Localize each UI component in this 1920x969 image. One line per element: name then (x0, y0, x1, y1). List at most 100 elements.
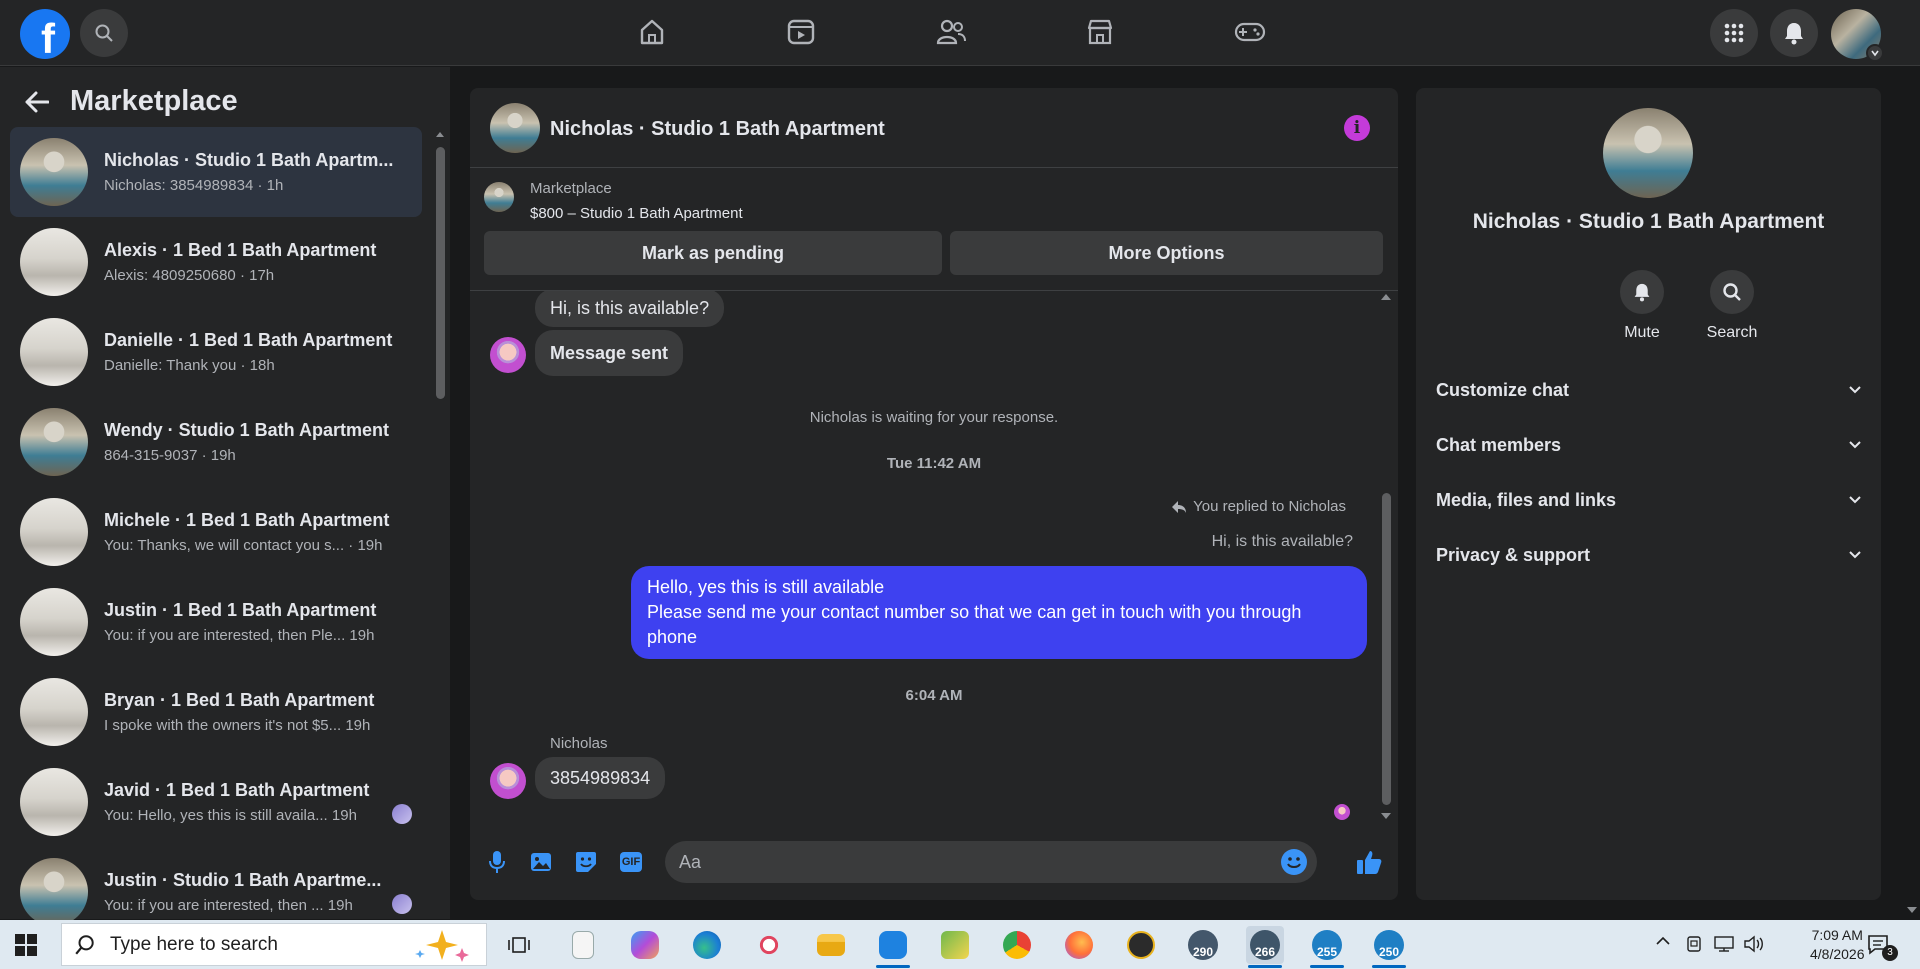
menu-grid-icon[interactable] (1710, 9, 1758, 57)
listing-thumbnail (20, 858, 88, 926)
volume-icon[interactable] (1743, 935, 1765, 953)
windows-start-icon[interactable] (14, 933, 38, 957)
listing-thumbnail (20, 498, 88, 566)
conversation-item[interactable]: Bryan · 1 Bed 1 Bath Apartment I spoke wi… (10, 667, 422, 757)
conversation-preview: You: Thanks, we will contact you s... · … (104, 537, 383, 554)
conversation-item[interactable]: Justin · 1 Bed 1 Bath Apartment You: if y… (10, 577, 422, 667)
conversation-details-panel: Nicholas · Studio 1 Bath Apartment Mute … (1416, 88, 1881, 900)
chevron-up-icon[interactable] (1655, 935, 1671, 947)
search-icon[interactable] (80, 9, 128, 57)
file-explorer-icon[interactable] (812, 926, 850, 964)
gaming-icon[interactable] (1230, 12, 1270, 52)
chevron-down-icon (1849, 441, 1861, 449)
thread-scrollbar[interactable] (1378, 291, 1394, 825)
taskbar-search-box[interactable]: Type here to search (61, 923, 487, 966)
facebook-logo-icon[interactable]: f (20, 9, 70, 62)
listing-summary[interactable]: Marketplace $800 – Studio 1 Bath Apartme… (484, 180, 743, 222)
edge-browser-icon[interactable] (688, 926, 726, 964)
conversation-preview: Danielle: Thank you · 18h (104, 357, 275, 374)
browser-profile-250-icon[interactable]: 250 (1370, 926, 1408, 968)
home-icon[interactable] (632, 12, 672, 52)
conversation-panel: Nicholas · Studio 1 Bath Apartment i Mar… (470, 88, 1398, 900)
listing-thumbnail (20, 318, 88, 386)
video-icon[interactable] (781, 12, 821, 52)
profile-badge: 266 (1250, 930, 1280, 960)
conversation-item[interactable]: Nicholas · Studio 1 Bath Apartm... Nichol… (10, 127, 422, 217)
friends-icon[interactable] (931, 12, 971, 52)
media-files-links-section[interactable]: Media, files and links (1436, 485, 1861, 515)
image-editor-app-icon[interactable] (936, 926, 974, 964)
listing-thumbnail (20, 228, 88, 296)
marketplace-icon[interactable] (1080, 12, 1120, 52)
sidebar-scrollbar[interactable] (434, 129, 446, 914)
reply-indicator-text: You replied to Nicholas (1193, 498, 1346, 515)
active-app-indicator (1310, 965, 1344, 968)
search-in-conversation-button[interactable]: Search (1692, 270, 1772, 342)
conversation-preview: You: Hello, yes this is still availa... … (104, 807, 357, 824)
message-input-container[interactable] (665, 841, 1317, 883)
conversation-item[interactable]: Javid · 1 Bed 1 Bath Apartment You: Hello… (10, 757, 422, 847)
windows-taskbar: Type here to search 290 266 255 250 7:09… (0, 920, 1920, 969)
conversation-name[interactable]: Nicholas · Studio 1 Bath Apartment (550, 118, 885, 141)
ixl-app-icon[interactable] (1122, 926, 1160, 964)
device-tray-icon[interactable] (1685, 935, 1703, 953)
section-label: Media, files and links (1436, 489, 1617, 510)
network-icon[interactable] (1713, 935, 1735, 953)
firefox-browser-icon[interactable] (1060, 926, 1098, 964)
message-composer: GIF (470, 833, 1398, 893)
mute-label: Mute (1624, 324, 1660, 341)
chrome-browser-icon[interactable] (998, 926, 1036, 964)
contact-avatar (490, 763, 526, 799)
section-label: Chat members (1436, 434, 1562, 455)
conversation-avatar[interactable] (490, 103, 540, 153)
conversation-item[interactable]: Danielle · 1 Bed 1 Bath Apartment Daniell… (10, 307, 422, 397)
conversation-item[interactable]: Michele · 1 Bed 1 Bath Apartment You: Tha… (10, 487, 422, 577)
copilot-app-icon[interactable] (626, 926, 664, 964)
timestamp: 6:04 AM (905, 687, 963, 704)
profile-avatar[interactable] (1831, 9, 1884, 62)
page-scrollbar[interactable] (1904, 66, 1920, 920)
conversation-item[interactable]: Alexis · 1 Bed 1 Bath Apartment Alexis: 4… (10, 217, 422, 307)
info-icon[interactable]: i (1344, 115, 1370, 141)
notification-center-icon[interactable]: 3 (1866, 932, 1898, 961)
gif-icon[interactable]: GIF (620, 852, 642, 872)
mark-as-pending-button[interactable]: Mark as pending (484, 231, 942, 275)
listing-thumbnail (20, 768, 88, 836)
notepad-app-icon[interactable] (564, 926, 602, 964)
browser-profile-290-icon[interactable]: 290 (1184, 926, 1222, 964)
quoted-message: Hi, is this available? (1211, 533, 1353, 550)
thumbs-up-icon[interactable] (1354, 847, 1384, 877)
conversation-title: Javid · 1 Bed 1 Bath Apartment (104, 780, 370, 800)
search-icon (1710, 270, 1754, 314)
taskbar-clock[interactable]: 7:09 AM 4/8/2026 (1810, 926, 1865, 964)
snipping-tool-icon[interactable] (750, 926, 788, 964)
conversation-title: Nicholas · Studio 1 Bath Apartm... (104, 150, 394, 170)
section-label: Customize chat (1436, 379, 1570, 400)
marketplace-label: Marketplace (530, 180, 612, 197)
photo-icon[interactable] (528, 849, 554, 875)
browser-profile-266-icon[interactable]: 266 (1246, 926, 1284, 968)
message-line: Please send me your contact number so th… (647, 602, 1302, 647)
scrollbar-thumb[interactable] (1382, 493, 1391, 805)
more-options-button[interactable]: More Options (950, 231, 1383, 275)
mute-button[interactable]: Mute (1602, 270, 1682, 342)
contact-avatar (490, 337, 526, 373)
browser-profile-255-icon[interactable]: 255 (1308, 926, 1346, 968)
task-view-icon[interactable] (500, 926, 538, 964)
customize-chat-section[interactable]: Customize chat (1436, 375, 1861, 405)
message-input[interactable] (679, 841, 1259, 883)
emoji-icon[interactable] (1281, 849, 1307, 875)
scrollbar-thumb[interactable] (436, 147, 445, 399)
back-arrow-icon[interactable] (22, 87, 52, 117)
microphone-icon[interactable] (484, 849, 510, 875)
conversation-item[interactable]: Wendy · Studio 1 Bath Apartment 864-315-9… (10, 397, 422, 487)
privacy-support-section[interactable]: Privacy & support (1436, 540, 1861, 570)
conversation-title: Alexis · 1 Bed 1 Bath Apartment (104, 240, 377, 260)
maps-app-icon[interactable] (874, 926, 912, 968)
chat-members-section[interactable]: Chat members (1436, 430, 1861, 460)
incoming-message: 3854989834 (535, 757, 666, 799)
sticker-icon[interactable] (573, 849, 599, 875)
chat-header: Nicholas · Studio 1 Bath Apartment i (470, 88, 1398, 168)
notifications-bell-icon[interactable] (1770, 9, 1818, 57)
chevron-down-icon (1849, 496, 1861, 504)
